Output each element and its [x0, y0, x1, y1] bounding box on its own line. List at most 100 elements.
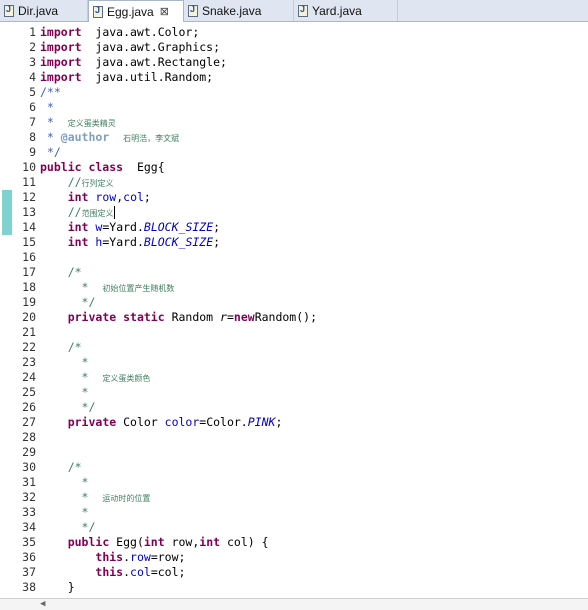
- code-line[interactable]: 24 * 定义蛋类颜色: [0, 370, 588, 385]
- code-line[interactable]: 18 * 初始位置产生随机数: [0, 280, 588, 295]
- code-text: this.col=col;: [40, 565, 185, 580]
- code-text: public class Egg{: [40, 160, 165, 175]
- code-token: }: [40, 580, 75, 594]
- code-line[interactable]: 8 * @author 石明浩，李文斌: [0, 130, 588, 145]
- tab-label: Yard.java: [312, 3, 362, 18]
- code-line[interactable]: 4 import java.util.Random;: [0, 70, 588, 85]
- code-text: //行列定义: [40, 175, 114, 191]
- code-text: public Egg(int row,int col) {: [40, 535, 269, 550]
- code-line[interactable]: 6 *: [0, 100, 588, 115]
- code-line[interactable]: 27 private Color color=Color.PINK;: [0, 415, 588, 430]
- tab-dir-java[interactable]: Dir.java: [0, 0, 88, 21]
- code-line[interactable]: 38 }: [0, 580, 588, 595]
- code-token: .: [123, 565, 131, 579]
- line-number: 19: [22, 295, 36, 309]
- code-line[interactable]: 5 /**: [0, 85, 588, 100]
- code-line[interactable]: 19 */: [0, 295, 588, 310]
- code-line[interactable]: 2 import java.awt.Graphics;: [0, 40, 588, 55]
- line-number: 7: [29, 115, 36, 129]
- editor-tab-bar: Dir.java Egg.java ⊠ Snake.java Yard.java: [0, 0, 588, 22]
- code-token: */: [67, 520, 96, 534]
- code-line[interactable]: 25 *: [0, 385, 588, 400]
- code-token: *: [67, 475, 89, 489]
- line-number: 25: [22, 385, 36, 399]
- code-line[interactable]: 31 *: [0, 475, 588, 490]
- code-token: this: [95, 550, 124, 564]
- code-line[interactable]: 34 */: [0, 520, 588, 535]
- code-line[interactable]: 3 import java.awt.Rectangle;: [0, 55, 588, 70]
- code-line[interactable]: 21: [0, 325, 588, 340]
- code-line[interactable]: 22 /*: [0, 340, 588, 355]
- code-line[interactable]: 16: [0, 250, 588, 265]
- tab-egg-java[interactable]: Egg.java ⊠: [88, 0, 184, 22]
- tab-label: Egg.java: [107, 4, 154, 19]
- code-token: *: [40, 115, 68, 129]
- code-token: int: [143, 535, 165, 549]
- code-token: import: [40, 55, 82, 69]
- code-text: int w=Yard.BLOCK_SIZE;: [40, 220, 220, 235]
- line-number: 9: [29, 145, 36, 159]
- line-number: 16: [22, 250, 36, 264]
- code-line[interactable]: 10 public class Egg{: [0, 160, 588, 175]
- code-line[interactable]: 28: [0, 430, 588, 445]
- tab-label: Snake.java: [202, 3, 262, 18]
- code-line[interactable]: 26 */: [0, 400, 588, 415]
- code-token: *: [67, 355, 89, 369]
- code-line[interactable]: 33 *: [0, 505, 588, 520]
- code-text: this.row=row;: [40, 550, 185, 565]
- code-token: =Yard.: [102, 235, 144, 249]
- line-number: 38: [22, 580, 36, 594]
- code-text: /*: [40, 265, 82, 280]
- code-token: import: [40, 25, 82, 39]
- code-token: */: [40, 145, 61, 159]
- line-number: 35: [22, 535, 36, 549]
- code-line[interactable]: 15 int h=Yard.BLOCK_SIZE;: [0, 235, 588, 250]
- code-line[interactable]: 20 private static Random r=newRandom();: [0, 310, 588, 325]
- code-line[interactable]: 23 *: [0, 355, 588, 370]
- line-number: 23: [22, 355, 36, 369]
- line-number: 2: [29, 40, 36, 54]
- java-file-icon: [4, 4, 14, 17]
- code-token: BLOCK_SIZE: [143, 235, 214, 249]
- code-token: =Color.: [199, 415, 248, 429]
- code-line[interactable]: 9 */: [0, 145, 588, 160]
- code-token: *: [67, 370, 103, 384]
- code-token: 初始位置产生随机数: [102, 284, 175, 293]
- code-token: @author: [60, 130, 110, 144]
- tab-yard-java[interactable]: Yard.java: [294, 0, 398, 21]
- code-token: color: [164, 415, 200, 429]
- code-line[interactable]: 1 import java.awt.Color;: [0, 25, 588, 40]
- code-token: java.awt.Color;: [81, 25, 200, 39]
- horizontal-scrollbar[interactable]: ◀: [0, 598, 588, 610]
- code-token: Color: [116, 415, 165, 429]
- code-line[interactable]: 7 * 定义蛋类精灵: [0, 115, 588, 130]
- code-line[interactable]: 35 public Egg(int row,int col) {: [0, 535, 588, 550]
- java-file-icon: [298, 4, 308, 17]
- code-line[interactable]: 17 /*: [0, 265, 588, 280]
- code-editor[interactable]: 1 import java.awt.Color; 2 import java.awt.…: [0, 22, 588, 596]
- code-line[interactable]: 13 //范围定义: [0, 205, 588, 220]
- line-number: 36: [22, 550, 36, 564]
- code-line[interactable]: 32 * 运动时的位置: [0, 490, 588, 505]
- code-token: public class: [40, 160, 124, 174]
- code-line[interactable]: 36 this.row=row;: [0, 550, 588, 565]
- code-line[interactable]: 30 /*: [0, 460, 588, 475]
- code-token: *: [40, 130, 61, 144]
- code-token: 范围定义: [81, 209, 114, 218]
- close-tab-icon[interactable]: ⊠: [160, 5, 169, 18]
- code-line[interactable]: 29: [0, 445, 588, 460]
- scroll-left-icon[interactable]: ◀: [40, 599, 45, 610]
- code-line[interactable]: 14 int w=Yard.BLOCK_SIZE;: [0, 220, 588, 235]
- tab-snake-java[interactable]: Snake.java: [184, 0, 294, 21]
- code-line[interactable]: 37 this.col=col;: [0, 565, 588, 580]
- code-text: */: [40, 400, 96, 415]
- code-line[interactable]: 12 int row,col;: [0, 190, 588, 205]
- code-line[interactable]: 11 //行列定义: [0, 175, 588, 190]
